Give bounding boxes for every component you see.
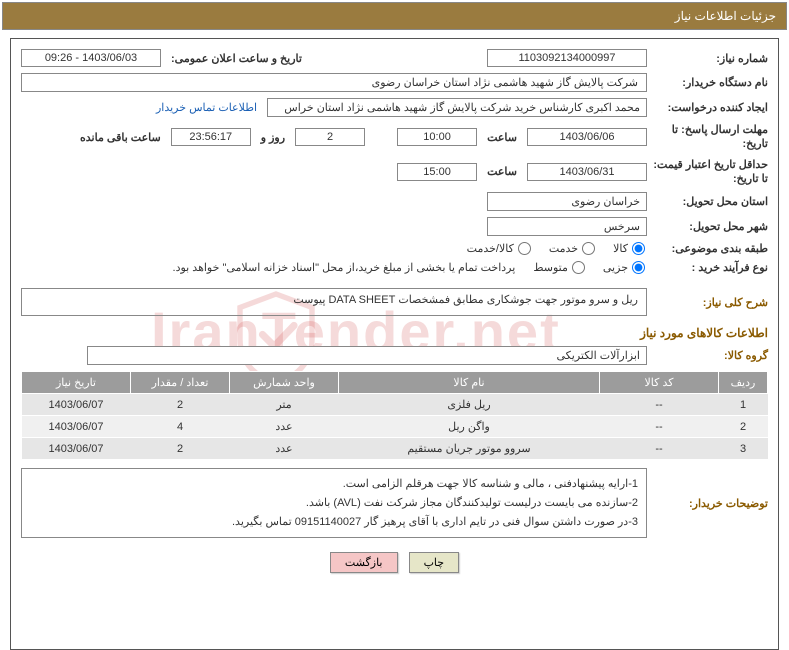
- deadline-time: 10:00: [397, 128, 477, 146]
- process-radios: جزیی متوسط: [521, 261, 647, 274]
- buyer-contact-link[interactable]: اطلاعات تماس خریدار: [156, 101, 261, 114]
- validity-date: 1403/06/31: [527, 163, 647, 181]
- buyer-note-box: 1-ارایه پیشنهادفنی ، مالی و شناسه کالا ج…: [21, 468, 647, 538]
- col-row: ردیف: [719, 372, 768, 394]
- proc-small-radio[interactable]: [632, 261, 645, 274]
- buyer-note-line3: 3-در صورت داشتن سوال فنی در تایم اداری ب…: [30, 513, 638, 532]
- need-description: ریل و سرو موتور جهت جوشکاری مطابق فمشخصا…: [21, 288, 647, 316]
- col-date: تاریخ نیاز: [22, 372, 131, 394]
- buyer-note-line1: 1-ارایه پیشنهادفنی ، مالی و شناسه کالا ج…: [30, 475, 638, 494]
- cat-both-option[interactable]: کالا/خدمت: [467, 242, 533, 255]
- col-code: کد کالا: [600, 372, 719, 394]
- requester-value: محمد اکبری کارشناس خرید شرکت پالایش گاز …: [267, 98, 647, 117]
- items-section-title: اطلاعات کالاهای مورد نیاز: [21, 326, 768, 340]
- province-label: استان محل تحویل:: [653, 195, 768, 208]
- need-number-label: شماره نیاز:: [653, 52, 768, 65]
- requester-label: ایجاد کننده درخواست:: [653, 101, 768, 114]
- remaining-label: ساعت باقی مانده: [76, 131, 165, 144]
- cat-service-radio[interactable]: [582, 242, 595, 255]
- page-title: جزئیات اطلاعات نیاز: [2, 2, 787, 30]
- need-number-value: 1103092134000997: [487, 49, 647, 67]
- table-row: 1 -- ریل فلزی متر 2 1403/06/07: [22, 394, 768, 416]
- buyer-org-value: شرکت پالایش گاز شهید هاشمی نژاد استان خر…: [21, 73, 647, 92]
- buyer-note-label: توضیحات خریدار:: [653, 497, 768, 510]
- proc-medium-radio[interactable]: [572, 261, 585, 274]
- deadline-label: مهلت ارسال پاسخ: تا تاریخ:: [653, 123, 768, 152]
- days-remaining: 2: [295, 128, 365, 146]
- validity-label: حداقل تاریخ اعتبار قیمت: تا تاریخ:: [653, 158, 768, 187]
- col-qty: تعداد / مقدار: [131, 372, 230, 394]
- category-radios: کالا خدمت کالا/خدمت: [455, 242, 647, 255]
- cat-goods-radio[interactable]: [632, 242, 645, 255]
- back-button[interactable]: بازگشت: [330, 552, 398, 573]
- buyer-org-label: نام دستگاه خریدار:: [653, 76, 768, 89]
- city-label: شهر محل تحویل:: [653, 220, 768, 233]
- category-label: طبقه بندی موضوعی:: [653, 242, 768, 255]
- process-note: پرداخت تمام یا بخشی از مبلغ خرید،از محل …: [21, 261, 515, 274]
- desc-label: شرح کلی نیاز:: [653, 296, 768, 309]
- cat-both-radio[interactable]: [518, 242, 531, 255]
- col-unit: واحد شمارش: [230, 372, 339, 394]
- time-label-1: ساعت: [483, 131, 521, 144]
- items-table: ردیف کد کالا نام کالا واحد شمارش تعداد /…: [21, 371, 768, 460]
- days-label: روز و: [257, 131, 289, 144]
- deadline-date: 1403/06/06: [527, 128, 647, 146]
- group-label: گروه کالا:: [653, 349, 768, 362]
- province-value: خراسان رضوی: [487, 192, 647, 211]
- buyer-note-line2: 2-سازنده می بایست درلیست تولیدکنندگان مج…: [30, 494, 638, 513]
- print-button[interactable]: چاپ: [409, 552, 460, 573]
- cat-goods-option[interactable]: کالا: [613, 242, 647, 255]
- validity-time: 15:00: [397, 163, 477, 181]
- time-label-2: ساعت: [483, 165, 521, 178]
- announce-label: تاریخ و ساعت اعلان عمومی:: [167, 52, 306, 65]
- process-label: نوع فرآیند خرید :: [653, 261, 768, 274]
- time-remaining: 23:56:17: [171, 128, 251, 146]
- table-row: 3 -- سروو موتور جریان مستقیم عدد 2 1403/…: [22, 438, 768, 460]
- proc-medium-option[interactable]: متوسط: [533, 261, 587, 274]
- cat-service-option[interactable]: خدمت: [549, 242, 597, 255]
- col-name: نام کالا: [339, 372, 600, 394]
- table-row: 2 -- واگن ریل عدد 4 1403/06/07: [22, 416, 768, 438]
- proc-small-option[interactable]: جزیی: [603, 261, 647, 274]
- group-value: ابزارآلات الکتریکی: [87, 346, 647, 365]
- announce-value: 1403/06/03 - 09:26: [21, 49, 161, 67]
- city-value: سرخس: [487, 217, 647, 236]
